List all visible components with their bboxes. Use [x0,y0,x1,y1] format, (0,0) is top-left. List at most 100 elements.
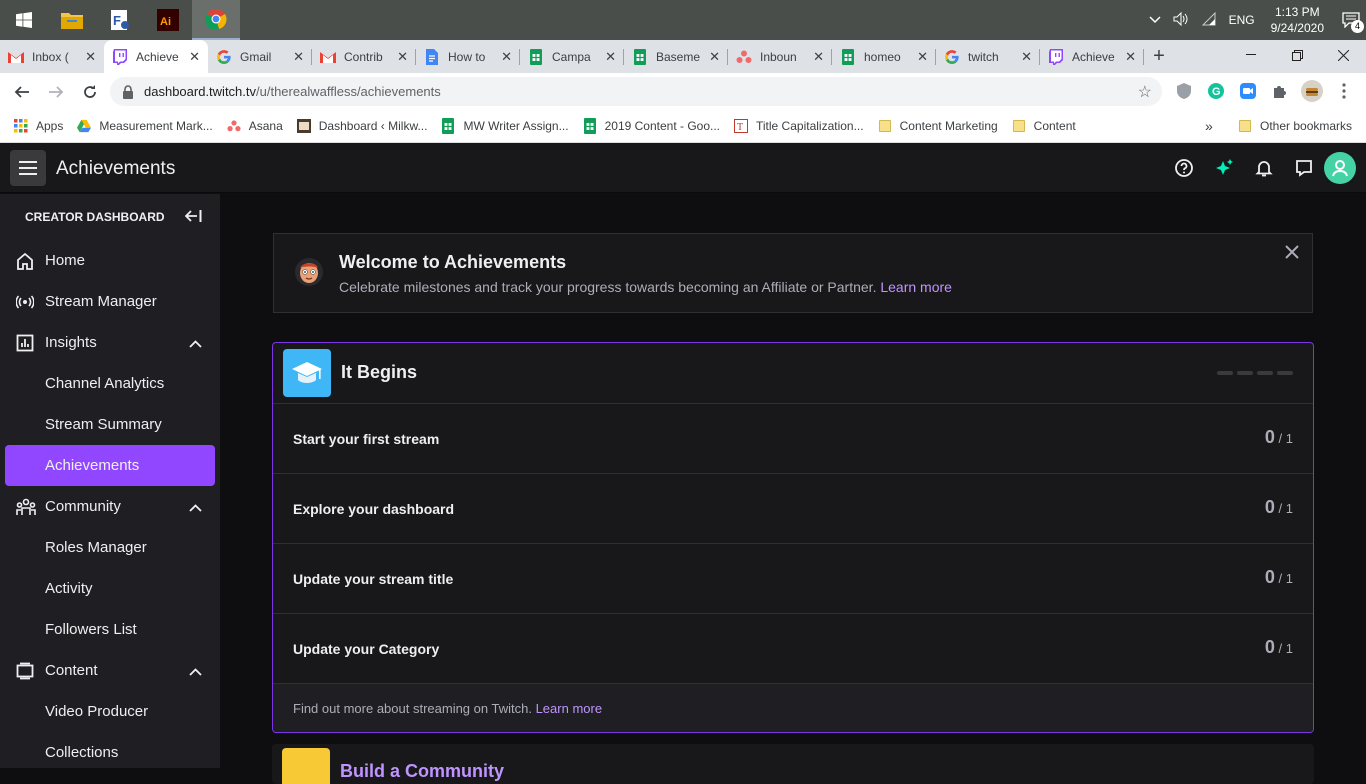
browser-tab[interactable]: Baseme ✕ [624,40,728,73]
bookmark-item[interactable]: MW Writer Assign... [441,118,569,134]
browser-tab[interactable]: How to ✕ [416,40,520,73]
sidebar-item-achievements[interactable]: Achievements [5,445,215,486]
chevron-up-icon[interactable] [1149,13,1161,27]
close-tab-icon[interactable]: ✕ [917,49,928,65]
browser-tab[interactable]: homeo ✕ [832,40,936,73]
achievement-card-header[interactable]: It Begins [273,343,1313,404]
restore-button[interactable] [1274,40,1320,70]
browser-tab[interactable]: Achieve ✕ [1040,40,1144,73]
clock[interactable]: 1:13 PM 9/24/2020 [1271,4,1324,36]
zoom-extension-icon[interactable] [1236,79,1260,103]
task-progress-value: 0 [1264,637,1275,657]
chevron-up-icon[interactable] [189,499,202,516]
bookmark-item[interactable]: T Title Capitalization... [734,119,864,133]
volume-icon[interactable] [1173,11,1189,29]
grammarly-extension-icon[interactable]: G [1204,79,1228,103]
foxit-reader-taskbar-icon[interactable]: F [96,0,144,40]
puzzle-extensions-icon[interactable] [1268,79,1292,103]
close-tab-icon[interactable]: ✕ [397,49,408,65]
sidebar-item-video-producer[interactable]: Video Producer [0,691,220,732]
other-bookmarks[interactable]: Other bookmarks [1238,119,1352,133]
browser-tab-title: How to [448,49,486,64]
close-tab-icon[interactable]: ✕ [813,49,824,65]
shield-extension-icon[interactable] [1172,79,1196,103]
browser-tab[interactable]: Achieve ✕ [104,40,208,73]
bookmark-item[interactable]: Measurement Mark... [77,119,213,133]
sidebar-item-stream-summary[interactable]: Stream Summary [0,404,220,445]
close-banner-button[interactable] [1282,242,1302,262]
sidebar-heading-label: CREATOR DASHBOARD [25,210,165,224]
close-window-button[interactable] [1320,40,1366,70]
sidebar-item-stream-manager[interactable]: Stream Manager [0,281,220,322]
browser-tab-title: Campa [552,49,591,64]
help-button[interactable] [1164,152,1204,184]
forward-button[interactable] [40,76,72,108]
back-button[interactable] [6,76,38,108]
minimize-button[interactable] [1228,40,1274,70]
sidebar-item-community[interactable]: Community [0,486,220,527]
chrome-taskbar-icon[interactable] [192,0,240,40]
sidebar-item-insights[interactable]: Insights [0,322,220,363]
bookmark-item[interactable]: Content Marketing [878,119,998,133]
close-tab-icon[interactable]: ✕ [1125,49,1136,65]
user-avatar[interactable] [1324,152,1356,184]
chrome-menu-icon[interactable] [1332,79,1356,103]
sidebar-item-home[interactable]: Home [0,240,220,281]
whispers-button[interactable] [1284,152,1324,184]
achievement-task-row[interactable]: Explore your dashboard 0 / 1 [273,474,1313,544]
sidebar-item-content[interactable]: Content [0,650,220,691]
chevron-up-icon[interactable] [189,335,202,352]
browser-tab-strip: Inbox (✕ Achieve ✕ Gmail ✕ Contrib ✕ How to ✕ Cam… [0,40,1366,73]
sidebar-item-label: Community [45,498,121,515]
bookmark-item[interactable]: Apps [14,119,63,133]
bookmarks-overflow-button[interactable]: » [1205,118,1213,134]
hamburger-menu-button[interactable] [10,150,46,186]
close-tab-icon[interactable]: ✕ [1021,49,1032,65]
bookmark-item[interactable]: 2019 Content - Goo... [583,118,720,134]
adobe-illustrator-taskbar-icon[interactable]: Ai [144,0,192,40]
close-tab-icon[interactable]: ✕ [189,49,200,65]
notifications-button[interactable] [1244,152,1284,184]
card-footer-learn-more-link[interactable]: Learn more [536,701,602,716]
magic-sparkle-button[interactable] [1204,152,1244,184]
achievement-task-row[interactable]: Update your Category 0 / 1 [273,614,1313,684]
sidebar-item-roles-manager[interactable]: Roles Manager [0,527,220,568]
start-button[interactable] [0,0,48,40]
new-tab-button[interactable]: + [1144,40,1174,73]
sidebar-item-channel-analytics[interactable]: Channel Analytics [0,363,220,404]
close-tab-icon[interactable]: ✕ [85,49,96,65]
profile-avatar-icon[interactable] [1300,79,1324,103]
address-bar[interactable]: dashboard.twitch.tv/u/therealwaffless/ac… [110,77,1162,106]
sidebar-item-activity[interactable]: Activity [0,568,220,609]
url-host: dashboard.twitch.tv [144,84,257,99]
close-tab-icon[interactable]: ✕ [293,49,304,65]
reload-button[interactable] [74,76,106,108]
language-indicator[interactable]: ENG [1229,13,1255,27]
wifi-icon[interactable] [1201,11,1217,29]
bookmark-item[interactable]: Content [1012,119,1076,133]
achievement-task-row[interactable]: Start your first stream 0 / 1 [273,404,1313,474]
welcome-learn-more-link[interactable]: Learn more [880,279,952,295]
sidebar-item-collections[interactable]: Collections [0,732,220,773]
bookmark-star-icon[interactable]: ☆ [1138,82,1152,102]
browser-tab[interactable]: Inbox (✕ [0,40,104,73]
browser-tab[interactable]: Inboun ✕ [728,40,832,73]
folder-icon [878,119,892,133]
close-tab-icon[interactable]: ✕ [605,49,616,65]
file-explorer-taskbar-icon[interactable] [48,0,96,40]
chevron-up-icon[interactable] [189,663,202,680]
sidebar-item-followers-list[interactable]: Followers List [0,609,220,650]
bookmark-item[interactable]: Asana [227,119,283,133]
close-tab-icon[interactable]: ✕ [501,49,512,65]
achievement-card-build-a-community[interactable]: Build a Community [272,744,1314,784]
close-tab-icon[interactable]: ✕ [709,49,720,65]
browser-tab[interactable]: twitch ✕ [936,40,1040,73]
browser-tab[interactable]: Contrib ✕ [312,40,416,73]
action-center-button[interactable]: 4 [1336,0,1366,40]
browser-tab[interactable]: Gmail ✕ [208,40,312,73]
browser-tab[interactable]: Campa ✕ [520,40,624,73]
bookmark-item[interactable]: Dashboard ‹ Milkw... [296,119,427,133]
achievement-task-row[interactable]: Update your stream title 0 / 1 [273,544,1313,614]
bell-icon [1255,161,1273,177]
collapse-sidebar-icon[interactable] [184,209,202,226]
